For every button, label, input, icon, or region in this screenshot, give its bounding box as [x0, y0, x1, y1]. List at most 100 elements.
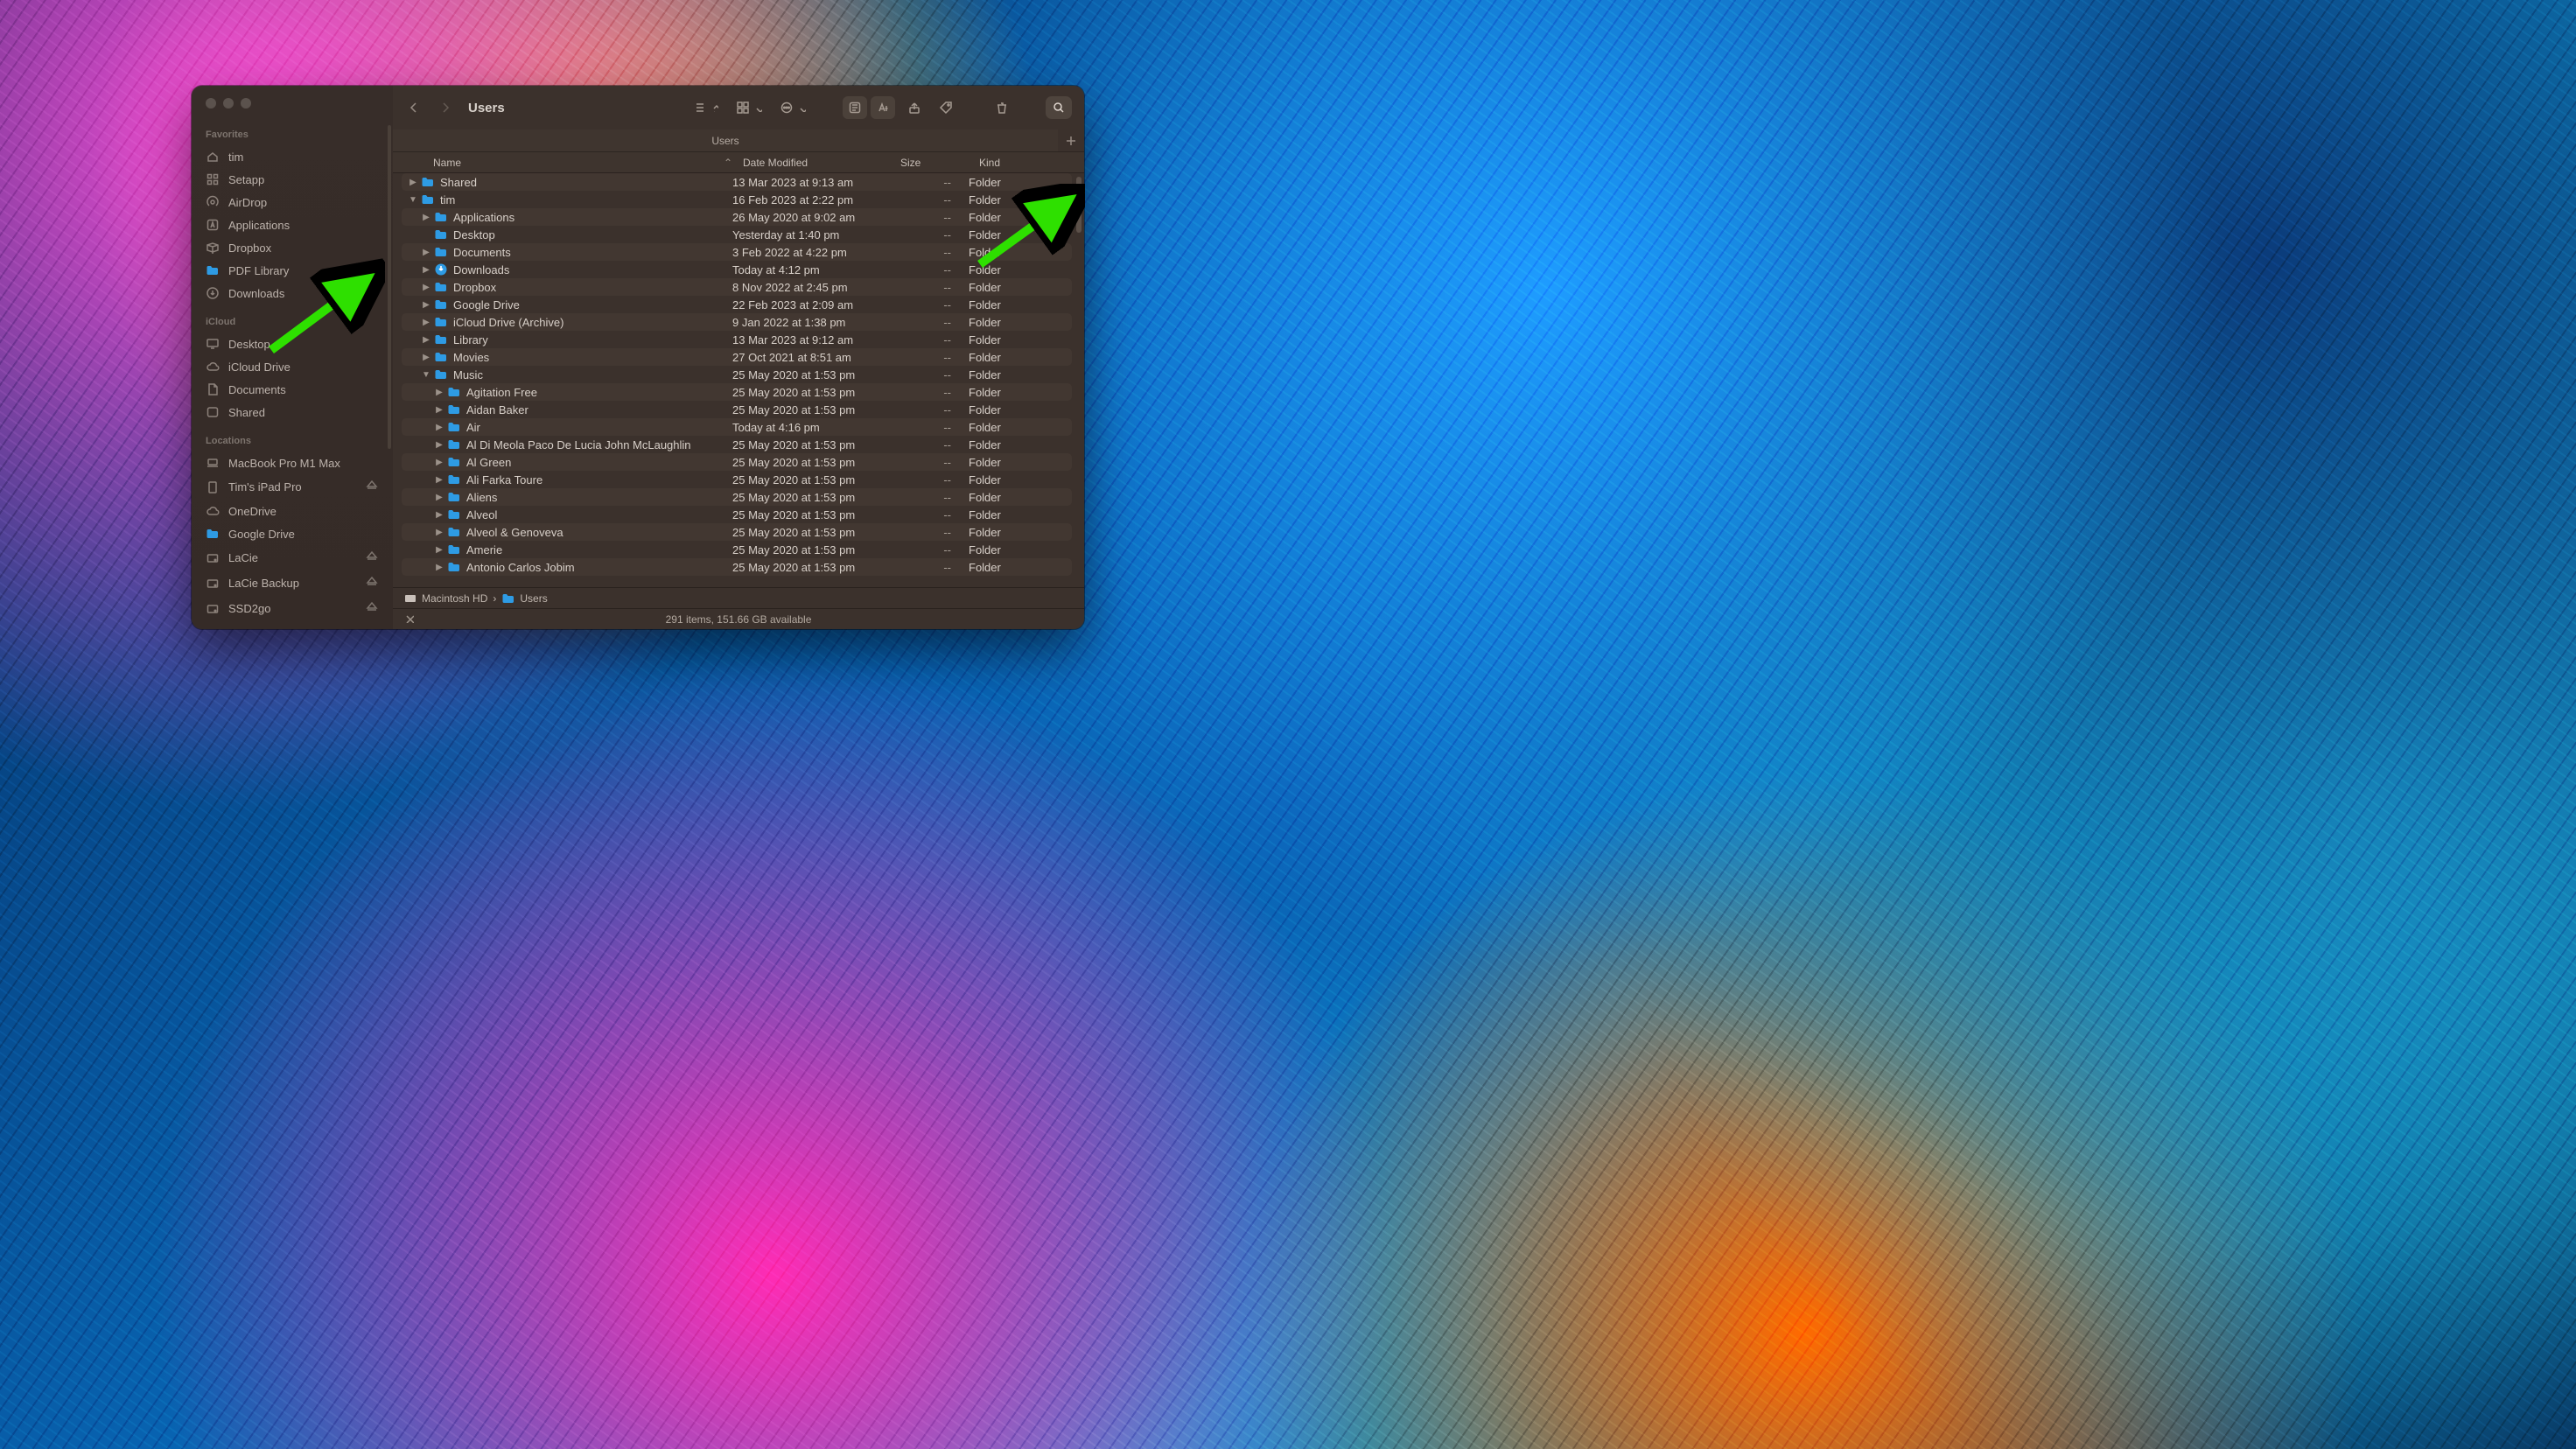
sidebar-item[interactable]: Google Drive — [192, 522, 393, 545]
eject-icon[interactable] — [365, 575, 379, 592]
sidebar-item[interactable]: MacBook Pro M1 Max — [192, 452, 393, 474]
disclosure-triangle-icon[interactable]: ▶ — [433, 510, 445, 520]
disclosure-triangle-icon[interactable]: ▶ — [433, 458, 445, 467]
eject-icon[interactable] — [365, 550, 379, 566]
file-row[interactable]: ▼ Music 25 May 2020 at 1:53 pm -- Folder — [402, 366, 1072, 383]
file-row[interactable]: Desktop Yesterday at 1:40 pm -- Folder — [402, 226, 1072, 243]
column-name[interactable]: Name ⌃ — [433, 157, 743, 169]
disclosure-triangle-icon[interactable]: ▶ — [420, 300, 432, 310]
disclosure-triangle-icon[interactable]: ▶ — [433, 563, 445, 572]
disclosure-triangle-icon[interactable]: ▶ — [433, 405, 445, 415]
disclosure-triangle-icon[interactable]: ▶ — [433, 475, 445, 485]
file-row[interactable]: ▶ Dropbox 8 Nov 2022 at 2:45 pm -- Folde… — [402, 278, 1072, 296]
trash-button[interactable] — [990, 96, 1014, 119]
file-row[interactable]: ▶ Aidan Baker 25 May 2020 at 1:53 pm -- … — [402, 401, 1072, 418]
sidebar-scrollbar[interactable] — [388, 125, 391, 449]
file-row[interactable]: ▶ Ali Farka Toure 25 May 2020 at 1:53 pm… — [402, 471, 1072, 488]
path-segment[interactable]: Users — [501, 592, 547, 606]
file-row[interactable]: ▶ Documents 3 Feb 2022 at 4:22 pm -- Fol… — [402, 243, 1072, 261]
disclosure-triangle-icon[interactable]: ▶ — [420, 265, 432, 275]
disclosure-triangle-icon[interactable]: ▶ — [420, 335, 432, 345]
sidebar-item[interactable]: AirDrop — [192, 191, 393, 214]
sidebar-item[interactable]: Tim's iPad Pro — [192, 474, 393, 500]
column-size[interactable]: Size — [900, 157, 979, 169]
toolbar: Users — [393, 86, 1084, 130]
sidebar-item[interactable]: Setapp — [192, 168, 393, 191]
file-row[interactable]: ▶ Applications 26 May 2020 at 9:02 am --… — [402, 208, 1072, 226]
file-row[interactable]: ▼ tim 16 Feb 2023 at 2:22 pm -- Folder — [402, 191, 1072, 208]
sidebar-item[interactable]: Applications — [192, 214, 393, 236]
file-date: 3 Feb 2022 at 4:22 pm — [732, 246, 890, 259]
sidebar-item[interactable]: tim — [192, 145, 393, 168]
tags-button[interactable] — [934, 96, 958, 119]
file-row[interactable]: ▶ Downloads Today at 4:12 pm -- Folder — [402, 261, 1072, 278]
disclosure-triangle-icon[interactable]: ▶ — [433, 493, 445, 502]
eject-icon[interactable] — [365, 600, 379, 617]
column-kind[interactable]: Kind — [979, 157, 1084, 169]
file-row[interactable]: ▶ Alveol & Genoveva 25 May 2020 at 1:53 … — [402, 523, 1072, 541]
file-row[interactable]: ▶ Movies 27 Oct 2021 at 8:51 am -- Folde… — [402, 348, 1072, 366]
list-scrollbar[interactable] — [1076, 177, 1082, 233]
disclosure-triangle-icon[interactable]: ▶ — [420, 283, 432, 292]
sidebar-item[interactable]: PDF Library — [192, 259, 393, 282]
preview-toggle-button[interactable] — [843, 96, 867, 119]
file-row[interactable]: ▶ Shared 13 Mar 2023 at 9:13 am -- Folde… — [402, 173, 1072, 191]
nav-back-button[interactable] — [402, 95, 426, 120]
cloud-icon — [206, 504, 220, 518]
file-row[interactable]: ▶ Amerie 25 May 2020 at 1:53 pm -- Folde… — [402, 541, 1072, 558]
sidebar-item[interactable]: LaCie — [192, 545, 393, 570]
file-row[interactable]: ▶ Google Drive 22 Feb 2023 at 2:09 am --… — [402, 296, 1072, 313]
tab-users[interactable]: Users — [393, 130, 1058, 151]
view-list-button[interactable] — [687, 96, 724, 119]
file-row[interactable]: ▶ Al Di Meola Paco De Lucia John McLaugh… — [402, 436, 1072, 453]
disclosure-triangle-icon[interactable]: ▼ — [407, 195, 419, 205]
sidebar-item-label: SSD2go — [228, 602, 356, 615]
disclosure-triangle-icon[interactable]: ▶ — [433, 545, 445, 555]
minimize-button[interactable] — [223, 98, 234, 108]
disclosure-triangle-icon[interactable]: ▶ — [433, 440, 445, 450]
eject-icon[interactable] — [365, 479, 379, 495]
sidebar-item[interactable]: LaCie Backup — [192, 570, 393, 596]
disclosure-triangle-icon[interactable]: ▼ — [420, 370, 432, 380]
sidebar-item[interactable]: iCloud Drive — [192, 355, 393, 378]
search-button[interactable] — [1046, 96, 1072, 119]
group-button[interactable] — [731, 96, 767, 119]
status-close-button[interactable] — [403, 612, 414, 626]
disclosure-triangle-icon[interactable]: ▶ — [420, 213, 432, 222]
sidebar-item[interactable]: OneDrive — [192, 500, 393, 522]
disclosure-triangle-icon[interactable]: ▶ — [433, 528, 445, 537]
disclosure-triangle-icon[interactable]: ▶ — [420, 248, 432, 257]
action-menu-button[interactable] — [774, 96, 811, 119]
file-row[interactable]: ▶ Aliens 25 May 2020 at 1:53 pm -- Folde… — [402, 488, 1072, 506]
sidebar-item[interactable]: Shared — [192, 401, 393, 424]
column-date[interactable]: Date Modified — [743, 157, 900, 169]
sidebar-item[interactable]: Desktop — [192, 332, 393, 355]
file-row[interactable]: ▶ Library 13 Mar 2023 at 9:12 am -- Fold… — [402, 331, 1072, 348]
close-button[interactable] — [206, 98, 216, 108]
sidebar-item[interactable]: Downloads — [192, 282, 393, 304]
file-row[interactable]: ▶ Air Today at 4:16 pm -- Folder — [402, 418, 1072, 436]
file-row[interactable]: ▶ iCloud Drive (Archive) 9 Jan 2022 at 1… — [402, 313, 1072, 331]
disclosure-triangle-icon[interactable]: ▶ — [433, 423, 445, 432]
folder-icon — [447, 455, 461, 469]
share-button[interactable] — [902, 96, 927, 119]
disclosure-triangle-icon[interactable]: ▶ — [420, 318, 432, 327]
file-row[interactable]: ▶ Al Green 25 May 2020 at 1:53 pm -- Fol… — [402, 453, 1072, 471]
sidebar-item[interactable]: Documents — [192, 378, 393, 401]
sidebar-item[interactable]: SSD2go — [192, 596, 393, 621]
file-size: -- — [890, 316, 969, 329]
disclosure-triangle-icon[interactable]: ▶ — [420, 353, 432, 362]
new-tab-button[interactable] — [1058, 134, 1084, 148]
file-row[interactable]: ▶ Alveol 25 May 2020 at 1:53 pm -- Folde… — [402, 506, 1072, 523]
file-row[interactable]: ▶ Agitation Free 25 May 2020 at 1:53 pm … — [402, 383, 1072, 401]
zoom-button[interactable] — [241, 98, 251, 108]
file-size: -- — [890, 561, 969, 574]
text-size-button[interactable] — [871, 96, 895, 119]
file-name: Antonio Carlos Jobim — [466, 561, 732, 574]
disclosure-triangle-icon[interactable]: ▶ — [407, 178, 419, 187]
nav-forward-button[interactable] — [433, 95, 458, 120]
disclosure-triangle-icon[interactable]: ▶ — [433, 388, 445, 397]
file-row[interactable]: ▶ Antonio Carlos Jobim 25 May 2020 at 1:… — [402, 558, 1072, 576]
sidebar-item[interactable]: Dropbox — [192, 236, 393, 259]
path-segment[interactable]: Macintosh HD — [403, 592, 487, 606]
